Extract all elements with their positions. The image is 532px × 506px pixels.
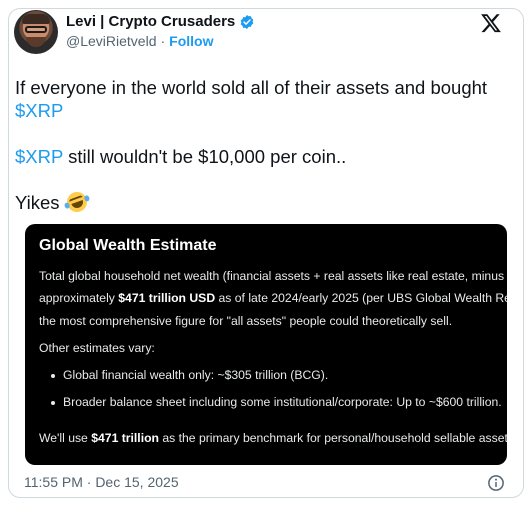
avatar[interactable] [14,10,58,54]
tweet-text: If everyone in the world sold all of the… [15,76,515,215]
tweet-line-1: If everyone in the world sold all of the… [15,76,515,99]
avatar-glasses [25,26,47,33]
cashtag-link[interactable]: $XRP [15,100,63,121]
info-icon[interactable] [487,474,505,492]
avatar-hair [22,14,50,24]
media-paragraph-line: Total global household net wealth (finan… [39,269,507,283]
author-info: Levi | Crypto Crusaders @LeviRietveld · … [66,13,255,49]
author-handle[interactable]: @LeviRietveld [66,33,156,49]
tweet-line-3-text: Yikes [15,192,60,213]
verified-badge-icon [240,14,254,29]
tweet-line-3: Yikes [15,189,515,215]
follow-button[interactable]: Follow [169,33,213,49]
rofl-emoji-icon [63,189,90,215]
media-other-label: Other estimates vary: [39,341,155,355]
bullet-dot [51,401,55,405]
media-bullet: Broader balance sheet including some ins… [63,395,502,409]
tweet-line-1-text: If everyone in the world sold all of the… [15,77,488,98]
media-title: Global Wealth Estimate [39,237,217,254]
media-paragraph-line: approximately $471 trillion USD as of la… [39,291,507,305]
avatar-beard [26,37,46,47]
tweet-timestamp[interactable]: 11:55 PM · Dec 15, 2025 [24,474,179,490]
media-bullet: Global financial wealth only: ~$305 tril… [63,368,329,382]
tweet-header: Levi | Crypto Crusaders @LeviRietveld · … [14,10,502,54]
media-paragraph-line: the most comprehensive figure for "all a… [39,314,453,328]
bullet-dot [51,374,55,378]
x-logo-icon[interactable] [480,12,502,34]
cashtag-link[interactable]: $XRP [15,146,63,167]
tweet-line-2: $XRP still wouldn't be $10,000 per coin.… [15,145,515,168]
media-image[interactable]: Global Wealth Estimate Total global hous… [25,224,507,465]
tweet-line-2-text: still wouldn't be $10,000 per coin.. [63,146,347,167]
handle-separator: · [160,33,166,49]
media-final-line: We'll use $471 trillion as the primary b… [39,431,507,445]
author-display-name[interactable]: Levi | Crypto Crusaders [66,13,235,30]
